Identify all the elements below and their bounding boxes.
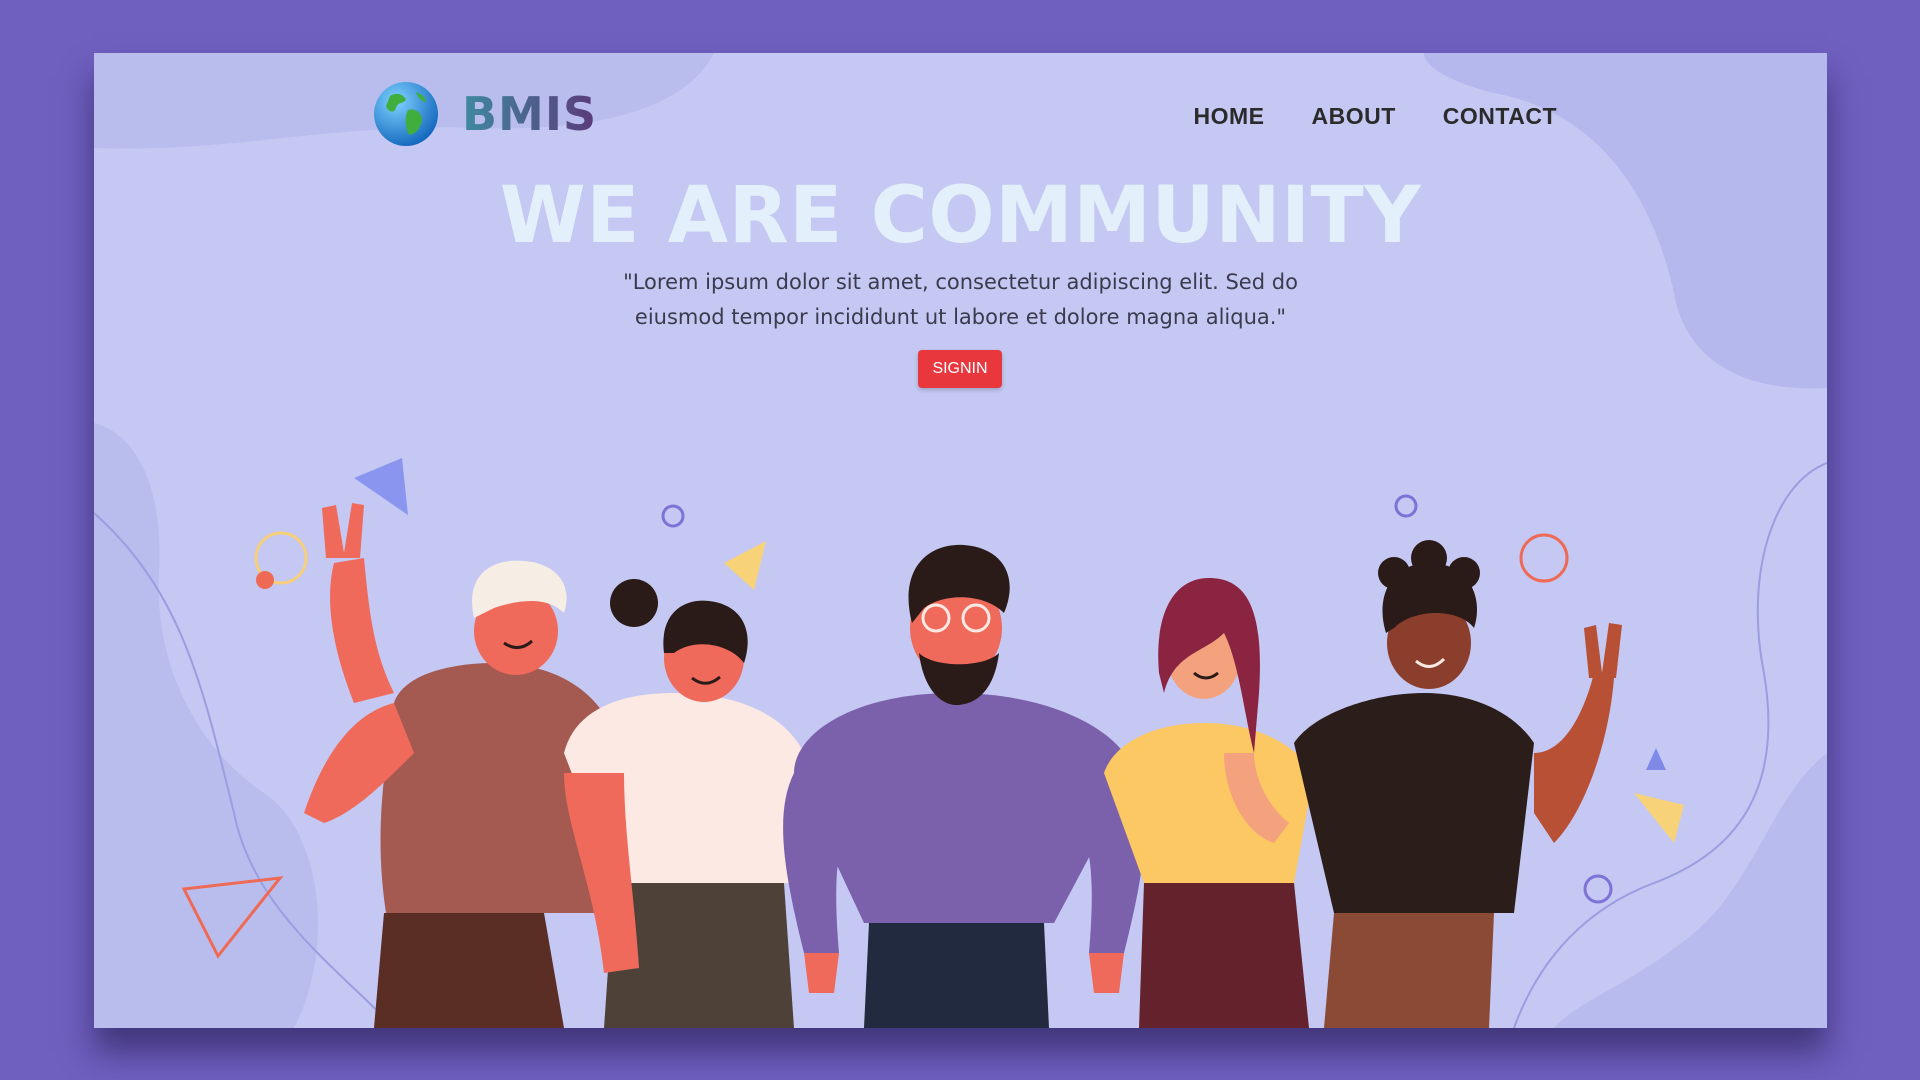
hero-title: WE ARE COMMUNITY (499, 171, 1422, 261)
landing-card: BMIS HOME ABOUT CONTACT WE ARE COMMUNITY… (94, 53, 1827, 1028)
person-illustration (1104, 578, 1314, 1028)
person-illustration (783, 544, 1145, 1028)
nav-about[interactable]: ABOUT (1311, 103, 1395, 130)
hero-text: "Lorem ipsum dolor sit amet, consectetur… (623, 270, 1298, 329)
brand-name: BMIS (462, 87, 598, 141)
nav-home[interactable]: HOME (1193, 103, 1264, 130)
main-nav: HOME ABOUT CONTACT (1193, 103, 1557, 130)
nav-contact[interactable]: CONTACT (1443, 103, 1557, 130)
globe-icon (374, 82, 438, 146)
person-illustration (1294, 540, 1622, 1028)
person-illustration (564, 579, 804, 1028)
signin-button[interactable]: SIGNIN (918, 350, 1002, 388)
logo[interactable]: BMIS (372, 80, 597, 148)
